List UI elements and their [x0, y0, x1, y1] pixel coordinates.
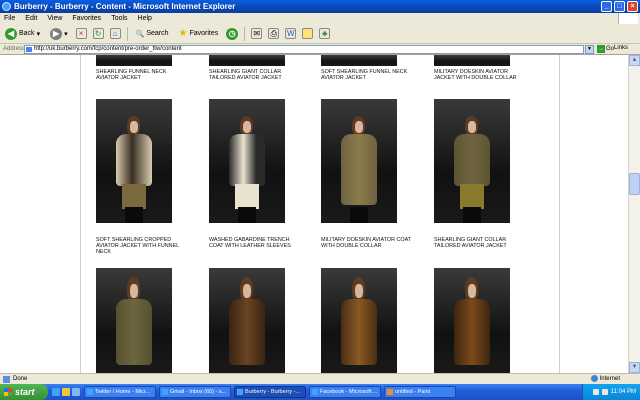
product-grid: SHEARLING FUNNEL NECK AVIATOR JACKET SHE… — [80, 55, 560, 373]
address-input[interactable]: http://uk.burberry.com/fcp/content/pre-o… — [24, 45, 584, 54]
media-quicklaunch-icon[interactable] — [62, 388, 70, 396]
word-edit-icon[interactable]: W — [285, 28, 297, 39]
forward-arrow-icon: ▶ — [50, 27, 63, 40]
product-caption[interactable]: SHEARLING FUNNEL NECK AVIATOR JACKET — [96, 69, 186, 81]
product-image[interactable] — [209, 268, 285, 373]
product-image[interactable] — [434, 99, 510, 223]
menu-view[interactable]: View — [47, 15, 62, 22]
product-caption[interactable]: SHEARLING GIANT COLLAR TAILORED AVIATOR … — [434, 237, 524, 249]
system-tray: 11:04 PM — [582, 384, 640, 400]
search-icon: 🔍 — [135, 30, 145, 38]
address-dropdown-button[interactable]: ▼ — [585, 45, 594, 54]
product-image[interactable] — [321, 268, 397, 373]
taskbar: start Twitter / Home - Micr... Gmail - I… — [0, 384, 640, 400]
ie-icon — [2, 2, 11, 11]
vertical-scrollbar[interactable]: ▲ ▼ — [628, 55, 640, 373]
status-text: Done — [13, 376, 28, 382]
chevron-down-icon: ▾ — [64, 30, 68, 38]
scroll-up-icon[interactable]: ▲ — [629, 55, 640, 66]
ie-quicklaunch-icon[interactable] — [52, 388, 60, 396]
menu-tools[interactable]: Tools — [111, 15, 127, 22]
maximize-button[interactable]: □ — [614, 1, 625, 12]
desktop-quicklaunch-icon[interactable] — [72, 388, 80, 396]
product-image[interactable] — [96, 268, 172, 373]
scroll-thumb[interactable] — [629, 173, 640, 195]
product-image[interactable] — [96, 99, 172, 223]
favorites-button[interactable]: ★ Favorites — [177, 26, 221, 42]
toolbar: ◀ Back ▾ ▶ ▾ × ↻ ⌂ 🔍 Search ★ Favorites … — [0, 24, 640, 44]
mail-icon[interactable]: ✉ — [251, 28, 263, 39]
taskbar-button-gmail[interactable]: Gmail - Inbox (65) - s... — [159, 386, 231, 398]
product-caption[interactable]: SOFT SHEARLING FUNNEL NECK AVIATOR JACKE… — [321, 69, 411, 81]
product-image[interactable] — [321, 55, 397, 66]
clock[interactable]: 11:04 PM — [611, 389, 636, 395]
forward-button[interactable]: ▶ ▾ — [48, 26, 70, 42]
toolbar-divider — [126, 26, 128, 41]
product-image[interactable] — [209, 99, 285, 223]
menu-favorites[interactable]: Favorites — [72, 15, 101, 22]
refresh-icon[interactable]: ↻ — [92, 28, 104, 39]
product-image[interactable] — [96, 55, 172, 66]
taskbar-button-paint[interactable]: untitled - Paint — [384, 386, 456, 398]
back-button[interactable]: ◀ Back ▾ — [3, 26, 42, 42]
product-image[interactable] — [209, 55, 285, 66]
internet-zone-icon — [590, 375, 598, 382]
search-button[interactable]: 🔍 Search — [134, 26, 171, 42]
status-bar: Done Internet — [0, 373, 640, 384]
search-label: Search — [146, 30, 169, 37]
star-icon: ★ — [178, 28, 188, 39]
window-title-bar[interactable]: Burberry - Burberry - Content - Microsof… — [0, 0, 640, 13]
start-button[interactable]: start — [0, 384, 48, 400]
zone-text: Internet — [599, 375, 620, 382]
page-icon — [26, 47, 32, 52]
product-caption[interactable]: SOFT SHEARLING CROPPED AVIATOR JACKET WI… — [96, 237, 186, 255]
start-label: start — [15, 387, 35, 397]
menu-help[interactable]: Help — [138, 15, 152, 22]
close-button[interactable]: × — [627, 1, 638, 12]
product-image[interactable] — [321, 99, 397, 223]
print-icon[interactable]: ⎙ — [268, 28, 280, 39]
page-done-icon — [3, 375, 10, 383]
menu-file[interactable]: File — [4, 15, 15, 22]
menu-edit[interactable]: Edit — [25, 15, 37, 22]
back-label: Back — [19, 30, 35, 37]
folder-icon[interactable] — [302, 28, 314, 39]
taskbar-button-twitter[interactable]: Twitter / Home - Micr... — [84, 386, 156, 398]
window-title: Burberry - Burberry - Content - Microsof… — [14, 2, 236, 11]
address-url: http://uk.burberry.com/fcp/content/pre-o… — [34, 46, 182, 52]
toolbar-divider — [244, 26, 246, 41]
product-caption[interactable]: WASHED GABARDINE TRENCH COAT WITH LEATHE… — [209, 237, 299, 249]
tray-icon[interactable] — [601, 389, 608, 395]
product-caption[interactable]: MILITARY DOESKIN AVIATOR JACKET WITH DOU… — [434, 69, 524, 81]
stop-icon[interactable]: × — [75, 28, 87, 39]
favorites-label: Favorites — [189, 30, 219, 37]
history-icon[interactable]: ◷ — [226, 27, 239, 40]
chevron-down-icon: ▾ — [36, 30, 41, 38]
windows-flag-icon — [618, 13, 638, 24]
quick-launch — [52, 388, 80, 396]
go-label: Go — [606, 46, 615, 52]
taskbar-button-facebook[interactable]: Facebook - Microsoft ... — [309, 386, 381, 398]
back-arrow-icon: ◀ — [5, 27, 17, 40]
address-bar: Address http://uk.burberry.com/fcp/conte… — [0, 44, 640, 55]
product-caption[interactable]: MILITARY DOESKIN AVIATOR COAT WITH DOUBL… — [321, 237, 411, 249]
page-viewport: SHEARLING FUNNEL NECK AVIATOR JACKET SHE… — [0, 55, 628, 373]
minimize-button[interactable]: _ — [601, 1, 612, 12]
product-image[interactable] — [434, 55, 510, 66]
links-button[interactable]: Links — [614, 45, 628, 51]
windows-logo-icon — [4, 388, 12, 396]
product-caption[interactable]: SHEARLING GIANT COLLAR TAILORED AVIATOR … — [209, 69, 299, 81]
go-arrow-icon: → — [597, 45, 605, 53]
messenger-icon[interactable]: ♣ — [319, 28, 331, 39]
scroll-down-icon[interactable]: ▼ — [629, 362, 640, 373]
menu-bar: File Edit View Favorites Tools Help — [0, 13, 640, 24]
go-button[interactable]: → Go — [597, 45, 614, 53]
product-image[interactable] — [434, 268, 510, 373]
home-icon[interactable]: ⌂ — [109, 28, 121, 39]
tray-icon[interactable] — [592, 389, 599, 395]
taskbar-button-burberry[interactable]: Burberry - Burberry -... — [234, 386, 306, 398]
